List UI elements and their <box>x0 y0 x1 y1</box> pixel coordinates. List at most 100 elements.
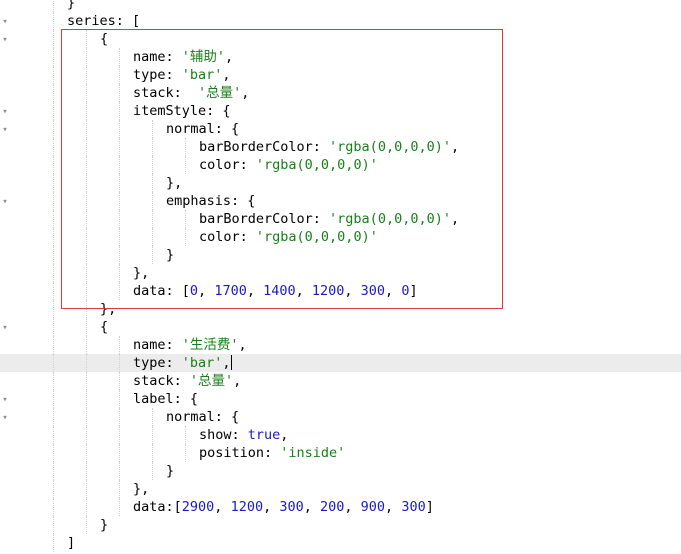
indent-guide <box>86 246 87 264</box>
indent-guide <box>53 498 54 516</box>
code-line[interactable]: } <box>0 0 681 12</box>
code-line[interactable]: ] <box>0 534 681 552</box>
code-line[interactable]: type: 'bar', <box>0 66 681 84</box>
indent-guide <box>86 390 87 408</box>
code-token: , <box>295 283 312 299</box>
code-line[interactable]: }, <box>0 264 681 282</box>
indent-guide <box>86 102 87 120</box>
code-line[interactable]: itemStyle: { <box>0 102 681 120</box>
code-line[interactable]: barBorderColor: 'rgba(0,0,0,0)', <box>0 210 681 228</box>
code-token: , <box>303 499 320 515</box>
code-text: }, <box>133 264 149 282</box>
indent-guide <box>53 210 54 228</box>
indent-guide <box>53 408 54 426</box>
indent-guide <box>53 120 54 138</box>
indent-guide <box>119 192 120 210</box>
indent-guide <box>86 156 87 174</box>
code-text: type: 'bar', <box>133 354 232 372</box>
code-line[interactable]: { <box>0 318 681 336</box>
code-token: color: <box>199 229 256 245</box>
indent-guide <box>53 12 54 30</box>
indent-guide <box>53 84 54 102</box>
indent-guide <box>53 282 54 300</box>
indent-guide <box>53 462 54 480</box>
code-token: 1200 <box>230 499 264 515</box>
indent-guide <box>86 354 87 372</box>
code-token: 2900 <box>181 499 215 515</box>
indent-guide <box>119 462 120 480</box>
code-line[interactable]: name: '辅助', <box>0 48 681 66</box>
code-token: name: <box>133 337 182 353</box>
indent-guide <box>86 264 87 282</box>
code-line[interactable]: } <box>0 246 681 264</box>
code-line[interactable]: emphasis: { <box>0 192 681 210</box>
code-line[interactable]: normal: { <box>0 120 681 138</box>
code-line[interactable]: normal: { <box>0 408 681 426</box>
code-token: type: <box>133 67 182 83</box>
code-text: data:[2900, 1200, 300, 200, 900, 300] <box>133 498 434 516</box>
code-line[interactable]: show: true, <box>0 426 681 444</box>
indent-guide <box>86 84 87 102</box>
indent-guide <box>119 66 120 84</box>
code-token: 'rgba(0,0,0,0)' <box>255 229 378 245</box>
code-token: , <box>222 355 231 371</box>
code-line[interactable]: }, <box>0 300 681 318</box>
code-token: 300 <box>401 499 426 515</box>
code-line[interactable]: }, <box>0 174 681 192</box>
code-editor[interactable]: ▾ ▾ ▾ ▾ ▾ ▾ ▾ ▾ } series: [{name: '辅助', type: 'ba… <box>0 0 681 554</box>
indent-guide <box>119 138 120 156</box>
code-text: position: 'inside' <box>199 444 345 462</box>
code-line[interactable]: label: { <box>0 390 681 408</box>
indent-guide <box>53 174 54 192</box>
indent-guide <box>119 156 120 174</box>
code-text: }, <box>100 300 116 318</box>
code-line[interactable]: color: 'rgba(0,0,0,0)' <box>0 156 681 174</box>
code-text: } <box>100 516 108 534</box>
code-line[interactable]: } <box>0 516 681 534</box>
indent-guide <box>152 210 153 228</box>
indent-guide <box>119 390 120 408</box>
code-token: normal: { <box>166 409 240 425</box>
indent-guide <box>185 228 186 246</box>
code-token: type: <box>133 355 182 371</box>
code-token: } <box>166 463 175 479</box>
code-line[interactable]: position: 'inside' <box>0 444 681 462</box>
code-line[interactable]: data: [0, 1700, 1400, 1200, 300, 0] <box>0 282 681 300</box>
code-token: ] <box>67 535 76 551</box>
indent-guide <box>53 516 54 534</box>
code-line[interactable]: } <box>0 462 681 480</box>
code-line[interactable]: }, <box>0 480 681 498</box>
code-line[interactable]: series: [ <box>0 12 681 30</box>
indent-guide <box>152 120 153 138</box>
indent-guide <box>53 534 54 552</box>
code-token: { <box>100 319 109 335</box>
code-line[interactable]: barBorderColor: 'rgba(0,0,0,0)', <box>0 138 681 156</box>
code-text: ] <box>67 534 75 552</box>
code-token: { <box>100 31 109 47</box>
indent-guide <box>152 246 153 264</box>
indent-guide <box>53 354 54 372</box>
code-line-active[interactable]: type: 'bar', <box>0 354 681 372</box>
code-text: color: 'rgba(0,0,0,0)' <box>199 156 378 174</box>
indent-guide <box>86 318 87 336</box>
code-line[interactable]: stack: '总量', <box>0 84 681 102</box>
code-token: 'rgba(0,0,0,0)' <box>329 139 451 155</box>
indent-guide <box>152 444 153 462</box>
code-token: 0 <box>189 283 199 299</box>
code-line[interactable]: data:[2900, 1200, 300, 200, 900, 300] <box>0 498 681 516</box>
indent-guide <box>152 192 153 210</box>
code-line[interactable]: name: '生活费', <box>0 336 681 354</box>
code-token: , <box>263 499 280 515</box>
indent-guide <box>119 246 120 264</box>
code-token: normal: { <box>166 121 240 137</box>
code-line[interactable]: color: 'rgba(0,0,0,0)' <box>0 228 681 246</box>
code-line[interactable]: stack: '总量', <box>0 372 681 390</box>
indent-guide <box>152 156 153 174</box>
indent-guide <box>152 426 153 444</box>
code-text: barBorderColor: 'rgba(0,0,0,0)', <box>199 138 459 156</box>
code-text: color: 'rgba(0,0,0,0)' <box>199 228 378 246</box>
code-token: } <box>67 0 76 11</box>
code-token: 'bar' <box>181 67 223 83</box>
text-cursor <box>230 355 232 370</box>
code-line[interactable]: { <box>0 30 681 48</box>
